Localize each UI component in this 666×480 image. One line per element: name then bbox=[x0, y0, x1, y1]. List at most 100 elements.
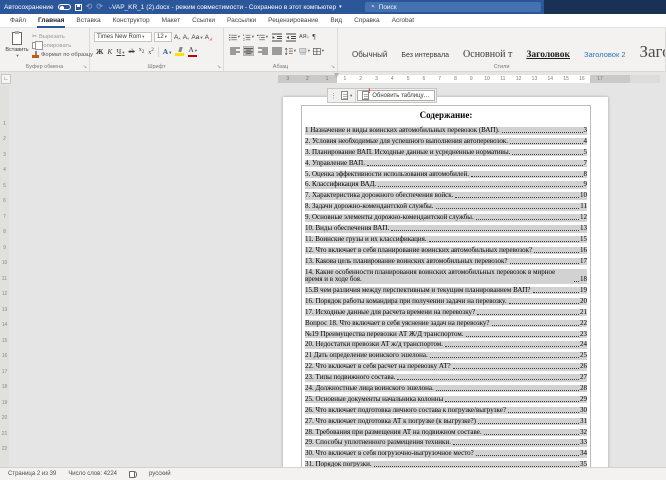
style-chip-3[interactable]: Основной т bbox=[463, 49, 512, 60]
align-right-icon[interactable] bbox=[257, 46, 268, 56]
tab-selector[interactable]: ∟ bbox=[1, 74, 11, 84]
toc-entry-16[interactable]: 16. Порядок работы командира при получен… bbox=[305, 297, 587, 306]
proofing-icon[interactable] bbox=[129, 470, 138, 478]
menu-tab-7[interactable]: Рассылки bbox=[221, 14, 262, 28]
grow-font-button[interactable]: А ˄ bbox=[174, 34, 181, 41]
style-chip-2[interactable]: Без интервала bbox=[401, 52, 449, 59]
toc-entry-20[interactable]: 20. Недостатки превозки АТ ж/д транспорт… bbox=[305, 341, 587, 349]
format-painter-button[interactable]: Формат по образцу bbox=[32, 51, 93, 58]
toc-entry-30[interactable]: 30. Что включает в себя погрузочно-выгру… bbox=[305, 450, 587, 458]
menu-tab-9[interactable]: Вид bbox=[324, 14, 348, 28]
toc-entry-21[interactable]: 21 Дать определение воинского эшелона. 2… bbox=[305, 352, 587, 360]
style-chip-5[interactable]: Заголовок 2 bbox=[584, 50, 626, 59]
toc-entry-23[interactable]: 23. Типы подвижного состава. 27 bbox=[305, 374, 587, 382]
toc-entry-8[interactable]: 8. Задачи дорожно-комендантской службы. … bbox=[305, 203, 587, 211]
menu-tab-10[interactable]: Справка bbox=[348, 14, 386, 28]
decrease-indent-icon[interactable] bbox=[271, 32, 282, 42]
grip-icon[interactable]: ⋮ bbox=[328, 89, 338, 102]
copy-button[interactable]: Копировать bbox=[32, 40, 93, 50]
toc-entry-11[interactable]: 11. Воинские грузы и их классификация. 1… bbox=[305, 235, 587, 244]
font-family-select[interactable]: Times New Rom bbox=[94, 32, 152, 42]
toc-entry-3[interactable]: 3. Планирование ВАП. Исходные данные и у… bbox=[305, 148, 587, 157]
toc-entry-12[interactable]: 12. Что включает в себя планирование вои… bbox=[305, 246, 587, 255]
change-case-button[interactable]: Аа bbox=[191, 34, 202, 41]
italic-button[interactable]: К bbox=[107, 47, 112, 56]
font-dialog-launcher[interactable]: ↘ bbox=[217, 64, 221, 70]
align-left-icon[interactable] bbox=[229, 46, 240, 56]
toc-entry-27[interactable]: 27. Что включает подготовка АТ к погрузк… bbox=[305, 417, 587, 426]
autosave-toggle[interactable] bbox=[57, 4, 71, 10]
update-table-button[interactable]: Обновить таблицу… bbox=[357, 89, 435, 101]
underline-button[interactable]: Ч bbox=[116, 47, 124, 56]
justify-icon[interactable] bbox=[271, 46, 282, 56]
style-chip-4[interactable]: Заголовок bbox=[526, 50, 570, 60]
save-icon[interactable] bbox=[74, 3, 82, 11]
toc-entry-14[interactable]: 14. Какие особенности планирования воинс… bbox=[305, 268, 587, 284]
toc-options-button[interactable] bbox=[338, 89, 357, 102]
undo-icon[interactable]: ⟲ bbox=[86, 3, 93, 11]
toc-entry-25[interactable]: 25. Основные документы начальника колонн… bbox=[305, 395, 587, 404]
highlight-color-button[interactable] bbox=[175, 47, 185, 56]
search-box[interactable]: ⌕ Поиск bbox=[365, 2, 541, 12]
toc-entry-6[interactable]: 6. Классификация ВАД. 9 bbox=[305, 181, 587, 189]
superscript-button[interactable]: x2 bbox=[148, 48, 154, 56]
bullet-list-icon[interactable] bbox=[229, 32, 240, 42]
clear-formatting-button[interactable]: А ◢ bbox=[205, 34, 212, 41]
toc-entry-26[interactable]: 26. Что включает подготовка личного сост… bbox=[305, 406, 587, 415]
paste-button[interactable]: Вставить bbox=[4, 31, 30, 62]
shading-icon[interactable] bbox=[299, 46, 310, 56]
toc-entry-29[interactable]: 29. Способы уплотненного размещения техн… bbox=[305, 439, 587, 447]
show-formatting-button[interactable]: ¶ bbox=[312, 33, 315, 41]
font-color-button[interactable]: А bbox=[188, 46, 198, 57]
clipboard-dialog-launcher[interactable]: ↘ bbox=[83, 64, 87, 70]
bold-button[interactable]: Ж bbox=[96, 47, 103, 56]
menu-tab-8[interactable]: Рецензирование bbox=[262, 14, 324, 28]
toc-entry-28[interactable]: 28. Требования при размещения АТ на подв… bbox=[305, 428, 587, 437]
menu-tab-11[interactable]: Acrobat bbox=[386, 14, 420, 28]
paragraph-dialog-launcher[interactable]: ↘ bbox=[331, 64, 335, 70]
text-effects-button[interactable]: А bbox=[163, 47, 172, 56]
increase-indent-icon[interactable] bbox=[285, 32, 296, 42]
numbered-list-icon[interactable] bbox=[243, 32, 254, 42]
menu-tab-6[interactable]: Ссылки bbox=[186, 14, 221, 28]
toc-entry-9[interactable]: 9. Основные элементы дорожно-комендантск… bbox=[305, 214, 587, 222]
toc-entry-7[interactable]: 7. Характеристика дорожного обеспечения … bbox=[305, 192, 587, 200]
toc-entry-24[interactable]: 24. Должностные лица воинского эшелона. … bbox=[305, 384, 587, 393]
toc-entry-18[interactable]: Вопрос 18. Что включает в себя уяснение … bbox=[305, 319, 587, 328]
toc-entry-1[interactable]: 1 Назначение и виды воинских автомобильн… bbox=[305, 126, 587, 135]
toc-entry-15[interactable]: 15.В чем различия между перспективным и … bbox=[305, 286, 587, 295]
borders-icon[interactable] bbox=[313, 46, 324, 56]
toc-entry-2[interactable]: 2. Условия необходимые для успешного вып… bbox=[305, 137, 587, 146]
redo-icon[interactable]: ⟳ bbox=[96, 3, 103, 11]
toc-entry-22[interactable]: 22. Что включает в себя расчет на перево… bbox=[305, 363, 587, 371]
toc-entry-19[interactable]: №19 Преимущества перевозки АТ Ж/Д трансп… bbox=[305, 330, 587, 339]
status-bar: Страница 2 из 39 Число слов: 4224 русски… bbox=[0, 467, 666, 480]
document-page[interactable]: ⋮ Обновить таблицу… Содержание: 1 Назнач… bbox=[283, 88, 608, 467]
style-chip-1[interactable]: Обычный bbox=[352, 50, 387, 59]
shrink-font-button[interactable]: А ˅ bbox=[183, 34, 190, 41]
ruler-number: 10 bbox=[484, 76, 490, 82]
word-count[interactable]: Число слов: 4224 bbox=[68, 471, 117, 477]
menu-tab-3[interactable]: Вставка bbox=[70, 14, 106, 28]
toc-entry-10[interactable]: 10. Виды обеспечения ВАП. 13 bbox=[305, 225, 587, 233]
toc-entry-4[interactable]: 4. Управление ВАП. 7 bbox=[305, 159, 587, 168]
multilevel-list-icon[interactable] bbox=[257, 32, 268, 42]
language-indicator[interactable]: русский bbox=[149, 471, 171, 477]
subscript-button[interactable]: x2 bbox=[139, 47, 145, 55]
line-spacing-icon[interactable] bbox=[285, 46, 296, 56]
document-title[interactable]: VAP_KR_1 (2).docx - режим совместимости … bbox=[112, 0, 342, 14]
menu-tab-4[interactable]: Конструктор bbox=[107, 14, 156, 28]
style-chip-6[interactable]: Заголс bbox=[640, 42, 666, 62]
toc-entry-13[interactable]: 13. Какова цель планирование воинских ав… bbox=[305, 257, 587, 266]
page-indicator[interactable]: Страница 2 из 39 bbox=[8, 471, 56, 477]
strikethrough-button[interactable]: ab bbox=[129, 48, 135, 55]
menu-tab-5[interactable]: Макет bbox=[156, 14, 186, 28]
cut-button[interactable]: ✂ Вырезать bbox=[32, 33, 93, 41]
sort-button[interactable]: АЯ↓ bbox=[299, 34, 309, 40]
font-size-select[interactable]: 12 bbox=[154, 32, 172, 42]
toc-entry-17[interactable]: 17. Исходные данные для расчета времени … bbox=[305, 308, 587, 317]
toc-entry-5[interactable]: 5. Оценка эффективности использования ав… bbox=[305, 170, 587, 179]
menu-tab-2[interactable]: Главная bbox=[32, 14, 70, 28]
menu-tab-1[interactable]: Файл bbox=[4, 14, 32, 28]
align-center-icon[interactable] bbox=[243, 46, 254, 56]
